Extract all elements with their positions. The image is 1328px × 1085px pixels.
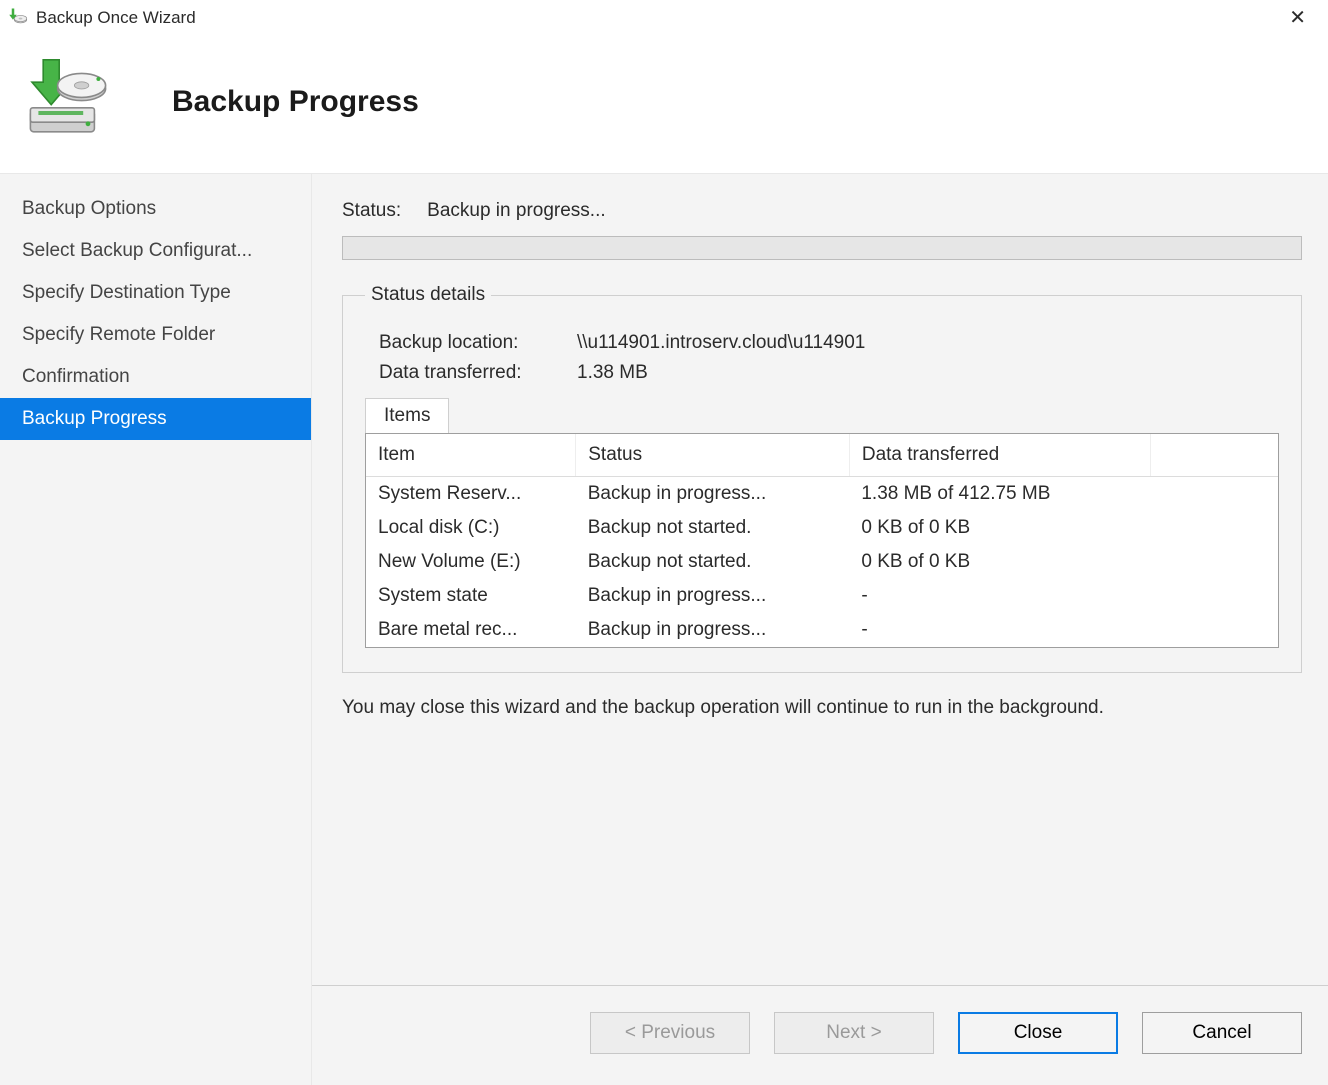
data-transferred-value: 1.38 MB — [577, 362, 648, 384]
backup-location-value: \\u114901.introserv.cloud\u114901 — [577, 332, 865, 354]
table-row[interactable]: System Reserv... Backup in progress... 1… — [366, 477, 1278, 512]
col-status[interactable]: Status — [576, 434, 850, 477]
table-row[interactable]: System state Backup in progress... - — [366, 579, 1278, 613]
cell-item: Bare metal rec... — [366, 613, 576, 647]
table-row[interactable]: Bare metal rec... Backup in progress... … — [366, 613, 1278, 647]
cell-data: 0 KB of 0 KB — [849, 511, 1150, 545]
cell-status: Backup in progress... — [576, 477, 850, 512]
cell-data: 1.38 MB of 412.75 MB — [849, 477, 1150, 512]
wizard-main-panel: Status: Backup in progress... Status det… — [312, 173, 1328, 1085]
cell-item: New Volume (E:) — [366, 545, 576, 579]
data-transferred-row: Data transferred: 1.38 MB — [379, 362, 1279, 384]
page-title: Backup Progress — [172, 85, 419, 119]
tab-items[interactable]: Items — [365, 398, 449, 433]
col-spacer — [1150, 434, 1278, 477]
app-icon — [8, 6, 28, 31]
details-tabstrip: Items — [365, 398, 1279, 433]
cell-status: Backup in progress... — [576, 579, 850, 613]
step-backup-options[interactable]: Backup Options — [0, 188, 311, 230]
cell-data: - — [849, 613, 1150, 647]
data-transferred-label: Data transferred: — [379, 362, 559, 384]
col-item[interactable]: Item — [366, 434, 576, 477]
backup-banner-icon — [16, 54, 112, 149]
wizard-header: Backup Progress — [0, 36, 1328, 173]
table-row[interactable]: Local disk (C:) Backup not started. 0 KB… — [366, 511, 1278, 545]
backup-location-label: Backup location: — [379, 332, 559, 354]
wizard-footer: < Previous Next > Close Cancel — [312, 985, 1328, 1054]
cell-data: - — [849, 579, 1150, 613]
cell-item: System Reserv... — [366, 477, 576, 512]
cell-item: System state — [366, 579, 576, 613]
step-destination-type[interactable]: Specify Destination Type — [0, 272, 311, 314]
status-value: Backup in progress... — [427, 200, 605, 222]
step-confirmation[interactable]: Confirmation — [0, 356, 311, 398]
backup-location-row: Backup location: \\u114901.introserv.clo… — [379, 332, 1279, 354]
close-wizard-note: You may close this wizard and the backup… — [342, 695, 1122, 722]
cell-status: Backup not started. — [576, 511, 850, 545]
step-select-configuration[interactable]: Select Backup Configurat... — [0, 230, 311, 272]
items-table: Item Status Data transferred System Rese… — [365, 433, 1279, 648]
step-remote-folder[interactable]: Specify Remote Folder — [0, 314, 311, 356]
title-bar: Backup Once Wizard ✕ — [0, 0, 1328, 36]
col-data[interactable]: Data transferred — [849, 434, 1150, 477]
cell-status: Backup not started. — [576, 545, 850, 579]
close-button[interactable]: Close — [958, 1012, 1118, 1054]
status-label: Status: — [342, 200, 401, 222]
window-title: Backup Once Wizard — [36, 8, 196, 28]
progress-bar — [342, 236, 1302, 260]
step-backup-progress[interactable]: Backup Progress — [0, 398, 311, 440]
cancel-button[interactable]: Cancel — [1142, 1012, 1302, 1054]
previous-button: < Previous — [590, 1012, 750, 1054]
table-row[interactable]: New Volume (E:) Backup not started. 0 KB… — [366, 545, 1278, 579]
next-button: Next > — [774, 1012, 934, 1054]
status-row: Status: Backup in progress... — [342, 200, 1302, 222]
wizard-steps-sidebar: Backup Options Select Backup Configurat.… — [0, 173, 312, 1085]
close-icon[interactable]: ✕ — [1281, 4, 1314, 32]
status-details-group: Status details Backup location: \\u11490… — [342, 284, 1302, 673]
cell-item: Local disk (C:) — [366, 511, 576, 545]
status-details-legend: Status details — [365, 284, 491, 306]
cell-status: Backup in progress... — [576, 613, 850, 647]
cell-data: 0 KB of 0 KB — [849, 545, 1150, 579]
